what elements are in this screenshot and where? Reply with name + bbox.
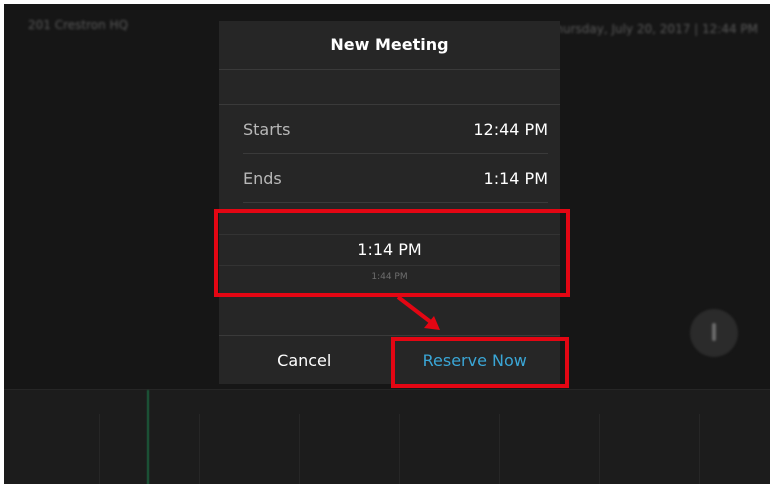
timeline-tick xyxy=(599,414,600,484)
timeline-tick xyxy=(299,414,300,484)
timeline-tick xyxy=(499,414,500,484)
reserve-now-button[interactable]: Reserve Now xyxy=(390,336,561,384)
dialog-title: New Meeting xyxy=(219,21,560,70)
picker-divider xyxy=(219,265,560,266)
cancel-button[interactable]: Cancel xyxy=(219,336,390,384)
new-meeting-dialog: New Meeting Starts 12:44 PM Ends 1:14 PM… xyxy=(219,21,560,384)
starts-label: Starts xyxy=(243,119,291,139)
picker-selected-time[interactable]: 1:14 PM xyxy=(219,235,560,265)
timeline xyxy=(4,389,770,484)
date-time: Thursday, July 20, 2017 | 12:44 PM xyxy=(548,22,758,36)
picker-next-time[interactable]: 1:44 PM xyxy=(219,272,560,282)
ends-value: 1:14 PM xyxy=(483,168,548,188)
timeline-tick xyxy=(699,414,700,484)
timeline-tick xyxy=(399,414,400,484)
starts-row[interactable]: Starts 12:44 PM xyxy=(243,105,548,154)
info-button xyxy=(690,309,738,357)
timeline-now-indicator xyxy=(147,390,149,484)
ends-row[interactable]: Ends 1:14 PM xyxy=(243,154,548,203)
dialog-actions: Cancel Reserve Now xyxy=(219,335,560,384)
timeline-tick xyxy=(199,414,200,484)
dialog-spacer xyxy=(219,70,560,105)
starts-value: 12:44 PM xyxy=(473,119,548,139)
timeline-tick xyxy=(99,414,100,484)
ends-label: Ends xyxy=(243,168,282,188)
room-name: 201 Crestron HQ xyxy=(28,18,129,32)
end-time-picker[interactable]: 1:14 PM 1:44 PM xyxy=(219,212,560,332)
